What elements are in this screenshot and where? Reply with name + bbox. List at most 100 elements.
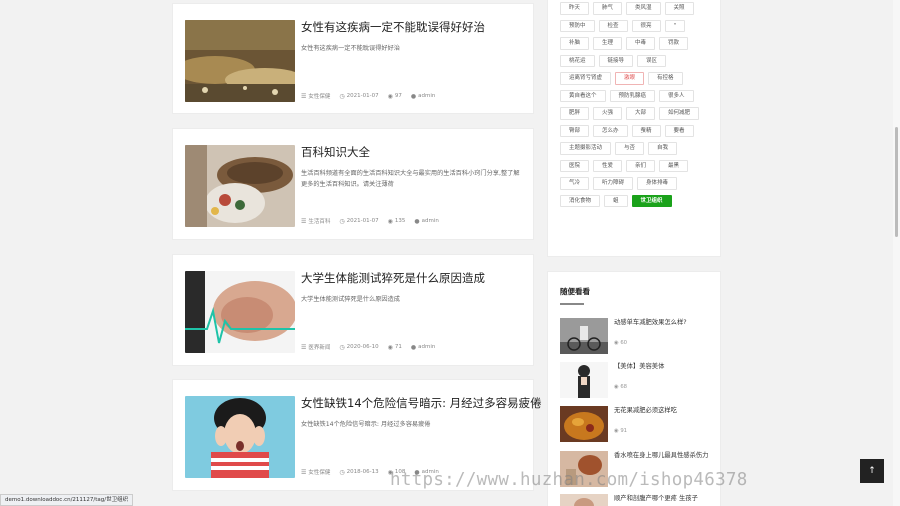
tag-item[interactable]: 蚕精 [631, 124, 661, 137]
article-date: 2021-01-07 [346, 218, 379, 224]
list-icon: ☰ [301, 468, 307, 476]
tag-item[interactable]: 消化食物 [560, 194, 601, 207]
random-item-title[interactable]: 【美体】美容美体 [614, 362, 714, 371]
tag-item[interactable]: 如何减肥 [659, 107, 700, 120]
article-excerpt: 生活百科频道有全面的生活百科知识大全与最实用的生活百科小窍门分享,整了解更多的生… [301, 170, 520, 188]
random-item-title[interactable]: 动感单车减肥效果怎么样? [614, 318, 714, 327]
article-thumbnail[interactable] [185, 271, 295, 353]
clock-icon: ◷ [339, 468, 345, 476]
tag-item[interactable]: 链接导 [598, 54, 634, 67]
random-item[interactable]: 动感单车减肥效果怎么样? ◉ 60 [560, 318, 716, 354]
random-item-views: ◉ 68 [614, 384, 628, 390]
user-icon: ● [414, 217, 420, 225]
article-image [185, 271, 295, 353]
article-card-1[interactable]: 女性有这疾病一定不能耽误得好好治 女性有这疾病一定不能耽误得好好治 ☰ 女性保健 … [172, 3, 534, 114]
random-item-thumbnail[interactable] [560, 494, 608, 506]
tag-item[interactable]: 昨天 [560, 2, 590, 15]
article-category[interactable]: 女性保健 [308, 468, 330, 476]
tag-item[interactable]: 罚款 [659, 37, 689, 50]
panel-title: 随便看看 [560, 287, 590, 296]
tag-item[interactable]: 气冷 [560, 177, 590, 190]
random-item-thumbnail[interactable] [560, 362, 608, 398]
tag-item[interactable]: 肥胖 [560, 107, 590, 120]
article-meta: ☰ 女性保健 ◷ 2021-01-07 ◉ 97 ● admin [301, 92, 444, 101]
clock-icon: ◷ [339, 92, 345, 100]
article-category[interactable]: 生活百科 [308, 217, 330, 225]
tag-item[interactable]: 最黑 [659, 159, 689, 172]
article-author[interactable]: admin [418, 344, 435, 350]
tag-item[interactable]: 有控格 [648, 72, 683, 85]
article-category[interactable]: 医界新闻 [308, 343, 330, 351]
scrollbar-thumb[interactable] [895, 127, 898, 237]
tag-item[interactable]: 医院 [560, 159, 590, 172]
article-thumbnail[interactable] [185, 20, 295, 102]
tag-item[interactable]: 中毒 [626, 37, 656, 50]
tag-item[interactable]: 怎么办 [593, 124, 628, 137]
article-title[interactable]: 女性有这疾病一定不能耽误得好好治 [301, 19, 485, 35]
tag-item[interactable]: 肺气 [593, 2, 623, 15]
article-title[interactable]: 女性缺铁14个危险信号暗示: 月经过多容易疲倦 [301, 395, 542, 411]
article-card-2[interactable]: 百科知识大全 生活百科频道有全面的生活百科知识大全与最实用的生活百科小窍门分享,… [172, 128, 534, 240]
random-item[interactable]: 无花果减肥必须这样吃 ◉ 91 [560, 406, 716, 442]
article-author[interactable]: admin [418, 93, 435, 99]
article-title[interactable]: 百科知识大全 [301, 144, 370, 160]
article-image [185, 145, 295, 227]
tag-item[interactable]: 桃花运 [560, 54, 595, 67]
user-icon: ● [410, 92, 417, 100]
article-meta: ☰ 医界新闻 ◷ 2020-06-10 ◉ 71 ● admin [301, 343, 444, 352]
article-author[interactable]: admin [422, 218, 439, 224]
tag-item[interactable]: 火强 [593, 107, 623, 120]
tag-item[interactable]: 补脑 [560, 37, 590, 50]
tag-item[interactable]: 很多人 [659, 89, 694, 102]
tag-item[interactable]: 与否 [615, 142, 645, 155]
tag-item[interactable]: 主题摄影活动 [560, 142, 612, 155]
article-thumbnail[interactable] [185, 396, 295, 478]
tag-item[interactable]: 自我 [648, 142, 678, 155]
tag-item[interactable]: 运离肾亏肾虚 [560, 72, 612, 85]
random-item[interactable]: 【美体】美容美体 ◉ 68 [560, 362, 716, 398]
tag-item[interactable]: 黄自看这个 [560, 89, 606, 102]
tag-item[interactable]: 生理 [593, 37, 623, 50]
tag-item[interactable]: 检查 [598, 19, 628, 32]
article-views: 71 [394, 344, 402, 350]
tag-item[interactable]: 世卫组织 [631, 194, 672, 207]
clock-icon: ◷ [339, 343, 345, 351]
article-excerpt: 女性有这疾病一定不能耽误得好好治 [301, 45, 400, 52]
article-card-3[interactable]: 大学生体能测试猝死是什么原因造成 大学生体能测试猝死是什么原因造成 ☰ 医界新闻 … [172, 254, 534, 366]
article-image [185, 20, 295, 102]
tag-item[interactable]: 误区 [637, 54, 667, 67]
tag-item[interactable]: " [664, 19, 686, 32]
article-category[interactable]: 女性保健 [308, 92, 330, 100]
random-item[interactable]: 顺产和剖腹产哪个更疼 生孩子 [560, 494, 716, 506]
random-item-title[interactable]: 香水喷在身上哪儿最具性感杀伤力 [614, 451, 714, 460]
tag-item[interactable]: 类风湿 [626, 2, 661, 15]
tag-item[interactable]: 预防中 [560, 19, 595, 32]
article-excerpt: 女性缺铁14个危险信号暗示: 月经过多容易疲倦 [301, 421, 431, 428]
tag-item[interactable]: 大部 [626, 107, 656, 120]
list-icon: ☰ [301, 92, 307, 100]
tag-item[interactable]: 蛆 [604, 194, 628, 207]
tag-item[interactable]: 性爱 [593, 159, 623, 172]
article-title[interactable]: 大学生体能测试猝死是什么原因造成 [301, 270, 485, 286]
random-item-views: ◉ 91 [614, 428, 628, 434]
back-to-top-button[interactable]: ↑ [860, 459, 884, 483]
eye-icon: ◉ [387, 217, 393, 225]
tag-item[interactable]: 亲们 [626, 159, 656, 172]
tag-item[interactable]: 很亮 [631, 19, 661, 32]
page-scrollbar[interactable] [893, 0, 900, 506]
tag-item[interactable]: 臀部 [560, 124, 590, 137]
random-item-thumbnail[interactable] [560, 318, 608, 354]
status-bar-url: demo1.downloaddoc.cn/211127/tag/世卫组织 [0, 494, 134, 506]
tag-item[interactable]: 预防乳腺癌 [609, 89, 656, 102]
article-meta: ☰ 生活百科 ◷ 2021-01-07 ◉ 135 ● admin [301, 217, 448, 226]
random-item-title[interactable]: 无花果减肥必须这样吃 [614, 406, 714, 415]
random-item-title[interactable]: 顺产和剖腹产哪个更疼 生孩子 [614, 494, 714, 503]
tag-item[interactable]: 听力障碍 [593, 177, 634, 190]
tag-item[interactable]: 激眼 [615, 72, 645, 85]
tag-item[interactable]: 关照 [664, 2, 694, 15]
article-thumbnail[interactable] [185, 145, 295, 227]
tag-item[interactable]: 身体排毒 [637, 177, 678, 190]
random-item-thumbnail[interactable] [560, 406, 608, 442]
title-underline [560, 303, 584, 305]
tag-item[interactable]: 要看 [664, 124, 694, 137]
